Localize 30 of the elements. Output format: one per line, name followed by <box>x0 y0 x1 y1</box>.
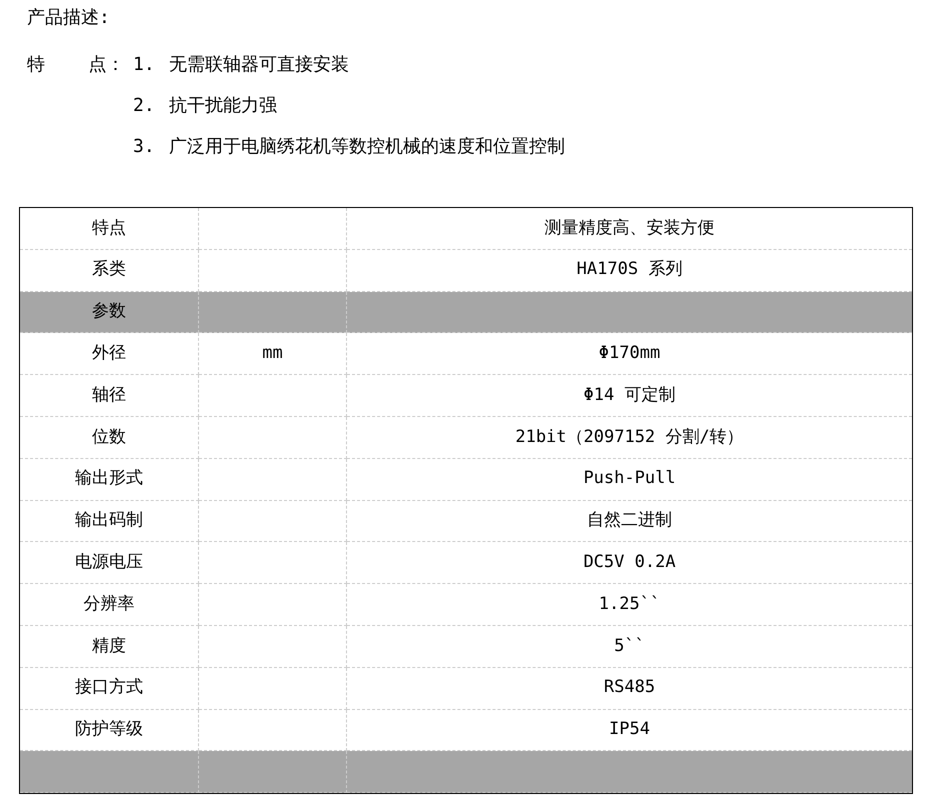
list-number: 3. <box>133 136 155 157</box>
feature-label: 特 点： <box>27 54 124 75</box>
table-cell: 精度 <box>20 626 199 668</box>
table-cell: 接口方式 <box>20 668 199 710</box>
table-cell: 1.25`` <box>347 584 912 626</box>
table-cell: 位数 <box>20 416 199 459</box>
table-cell: 输出形式 <box>20 458 199 501</box>
table-cell: 输出码制 <box>20 500 199 542</box>
table-cell: 21bit（2097152 分割/转） <box>347 416 912 459</box>
feature-text: 抗干扰能力强 <box>169 94 277 118</box>
table-cell: Push-Pull <box>347 458 912 501</box>
table-cell: mm <box>199 333 347 376</box>
table-cell: 轴径 <box>20 375 199 417</box>
feature-text: 无需联轴器可直接安装 <box>169 53 349 77</box>
table-cell: DC5V 0.2A <box>347 542 912 584</box>
table-cell: 测量精度高、安装方便 <box>347 208 912 250</box>
table-cell: 特点 <box>20 208 199 250</box>
table-cell: Φ170mm <box>347 333 912 376</box>
table-cell: 参数 <box>20 292 199 334</box>
feature-text: 广泛用于电脑绣花机等数控机械的速度和位置控制 <box>169 135 565 159</box>
table-cell: 自然二进制 <box>347 500 912 542</box>
list-number: 2. <box>133 95 155 116</box>
table-cell: 5`` <box>347 626 912 668</box>
heading: 产品描述: <box>27 6 111 30</box>
table-cell: 分辨率 <box>20 584 199 626</box>
table-cell: RS485 <box>347 668 912 710</box>
list-number: 1. <box>133 54 155 75</box>
table-cell: Φ14 可定制 <box>347 375 912 417</box>
table-cell: 电源电压 <box>20 542 199 584</box>
table-cell: 外径 <box>20 333 199 376</box>
